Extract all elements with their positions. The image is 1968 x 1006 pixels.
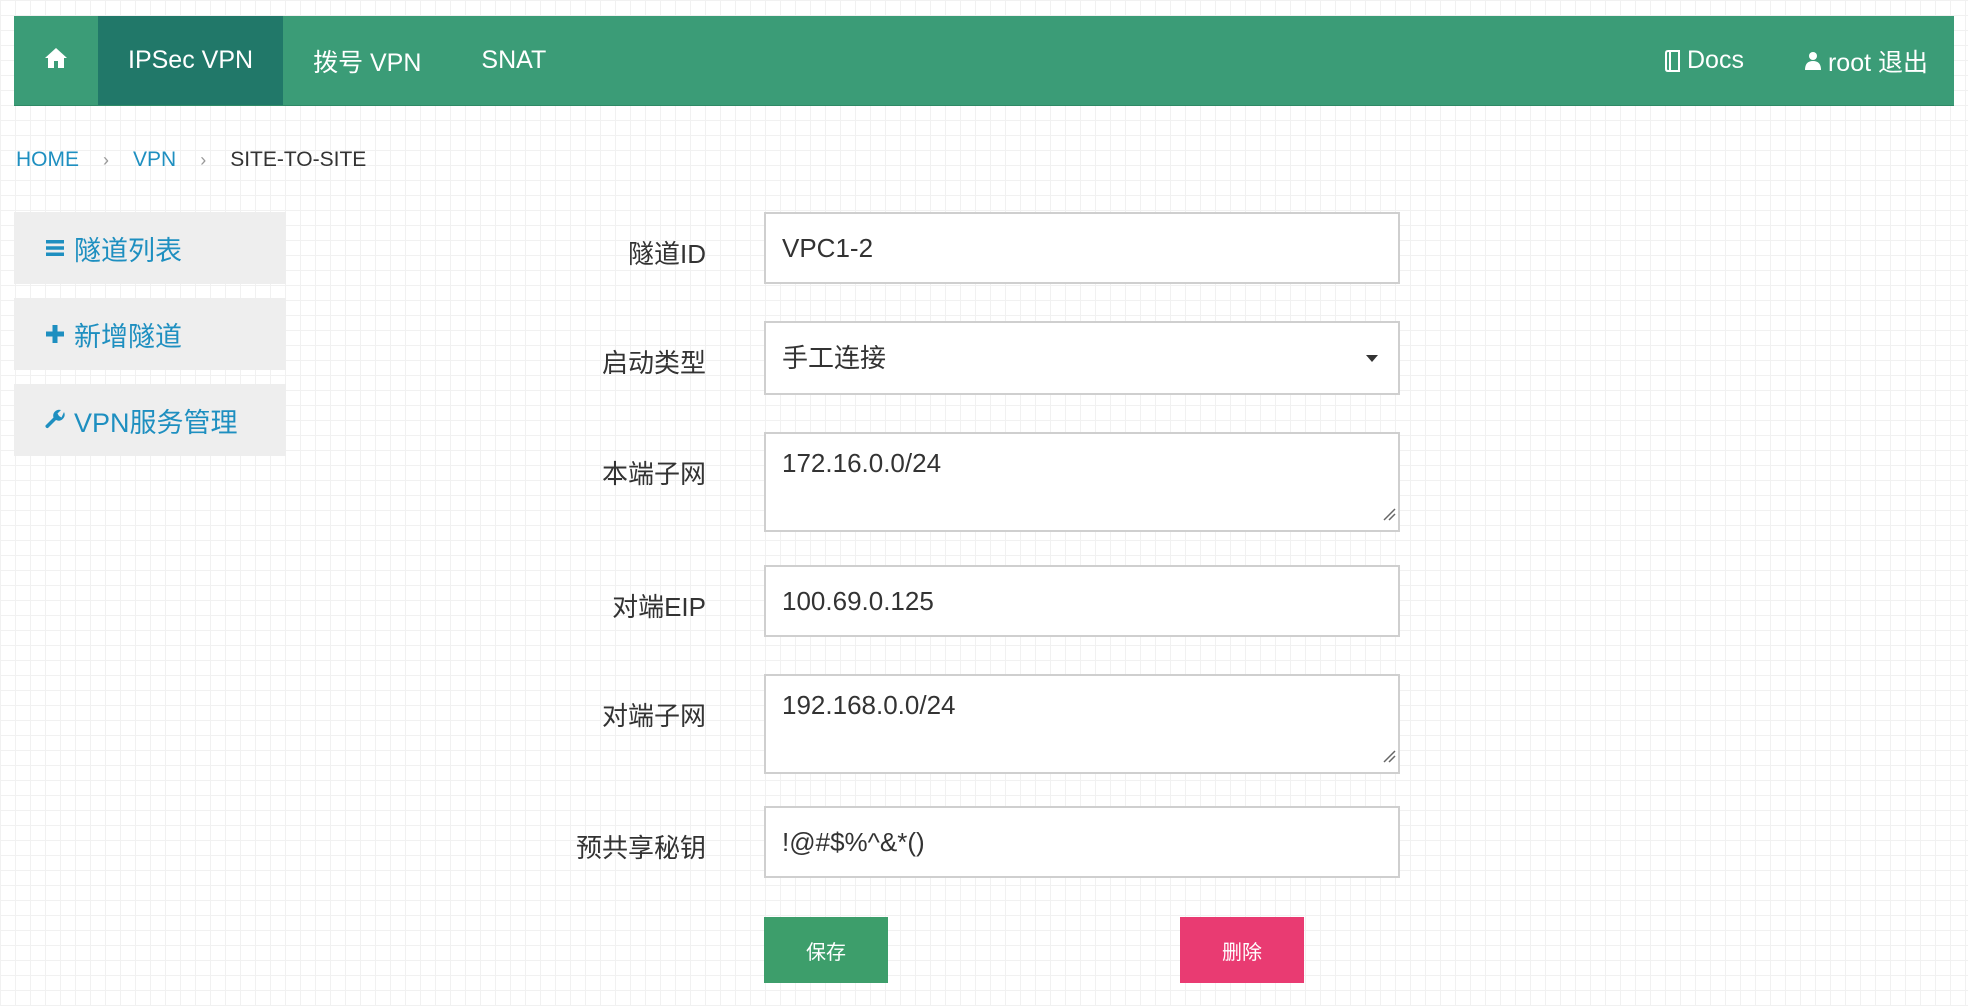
tunnel-id-value: VPC1-2: [782, 233, 874, 263]
nav-item-dial-vpn[interactable]: 拨号 VPN: [283, 16, 451, 105]
peer-eip-label: 对端EIP: [612, 592, 706, 622]
sidebar-item-label: VPN服务管理: [74, 407, 238, 438]
peer-eip-value: 100.69.0.125: [782, 586, 934, 616]
local-subnet-textarea[interactable]: 172.16.0.0/24: [764, 432, 1400, 532]
nav-item-label: SNAT: [481, 46, 547, 74]
sidebar-item-label: 新增隧道: [74, 321, 182, 352]
delete-button-label: 删除: [1222, 941, 1262, 964]
docs-label: Docs: [1687, 46, 1744, 74]
sidebar-item-add-tunnel[interactable]: 新增隧道: [14, 298, 286, 370]
tunnel-id-label: 隧道ID: [627, 239, 706, 269]
user-icon: [1804, 51, 1822, 71]
top-navbar: IPSec VPN 拨号 VPN SNAT Docs root 退出: [14, 16, 1954, 106]
nav-item-snat[interactable]: SNAT: [451, 16, 576, 105]
plus-icon: [42, 324, 68, 344]
nav-user-logout[interactable]: root 退出: [1774, 16, 1954, 105]
save-button-label: 保存: [806, 941, 846, 964]
psk-value: !@#$%^&*(): [782, 827, 925, 857]
start-type-select[interactable]: 手工连接: [764, 321, 1400, 395]
breadcrumb-separator: ›: [200, 149, 207, 170]
psk-input[interactable]: !@#$%^&*(): [764, 806, 1400, 878]
nav-home[interactable]: [14, 16, 98, 105]
start-type-value: 手工连接: [782, 343, 887, 373]
start-type-label: 启动类型: [601, 348, 706, 378]
sidebar-item-vpn-service[interactable]: VPN服务管理: [14, 384, 286, 456]
local-subnet-label: 本端子网: [601, 459, 706, 489]
list-icon: [42, 239, 68, 257]
peer-subnet-textarea[interactable]: 192.168.0.0/24: [764, 674, 1400, 774]
home-icon: [44, 46, 68, 75]
peer-subnet-value: 192.168.0.0/24: [782, 690, 956, 720]
nav-item-label: IPSec VPN: [128, 46, 254, 74]
user-logout-label: root 退出: [1827, 48, 1928, 77]
breadcrumb-home[interactable]: HOME: [16, 148, 79, 172]
sidebar: 隧道列表 新增隧道 VPN服务管理: [14, 212, 286, 470]
sidebar-item-tunnel-list[interactable]: 隧道列表: [14, 212, 286, 284]
nav-item-label: 拨号 VPN: [313, 48, 422, 77]
delete-button[interactable]: 删除: [1180, 917, 1304, 983]
nav-docs-link[interactable]: Docs: [1635, 16, 1774, 105]
breadcrumb-current: SITE-TO-SITE: [230, 148, 367, 171]
nav-item-ipsec-vpn[interactable]: IPSec VPN: [98, 16, 284, 105]
peer-eip-input[interactable]: 100.69.0.125: [764, 565, 1400, 637]
tunnel-id-input[interactable]: VPC1-2: [764, 212, 1400, 284]
wrench-icon: [42, 409, 68, 431]
breadcrumb-vpn[interactable]: VPN: [133, 148, 176, 172]
breadcrumb-separator: ›: [103, 149, 109, 170]
sidebar-item-label: 隧道列表: [74, 235, 182, 266]
local-subnet-value: 172.16.0.0/24: [782, 448, 942, 478]
chevron-down-icon: [1366, 354, 1378, 362]
breadcrumb: HOME › VPN › SITE-TO-SITE: [16, 148, 366, 172]
resize-grip-icon[interactable]: [1382, 497, 1396, 528]
peer-subnet-label: 对端子网: [601, 701, 706, 731]
book-icon: [1665, 49, 1681, 72]
psk-label: 预共享秘钥: [575, 833, 706, 863]
save-button[interactable]: 保存: [764, 917, 888, 983]
resize-grip-icon[interactable]: [1382, 739, 1396, 770]
